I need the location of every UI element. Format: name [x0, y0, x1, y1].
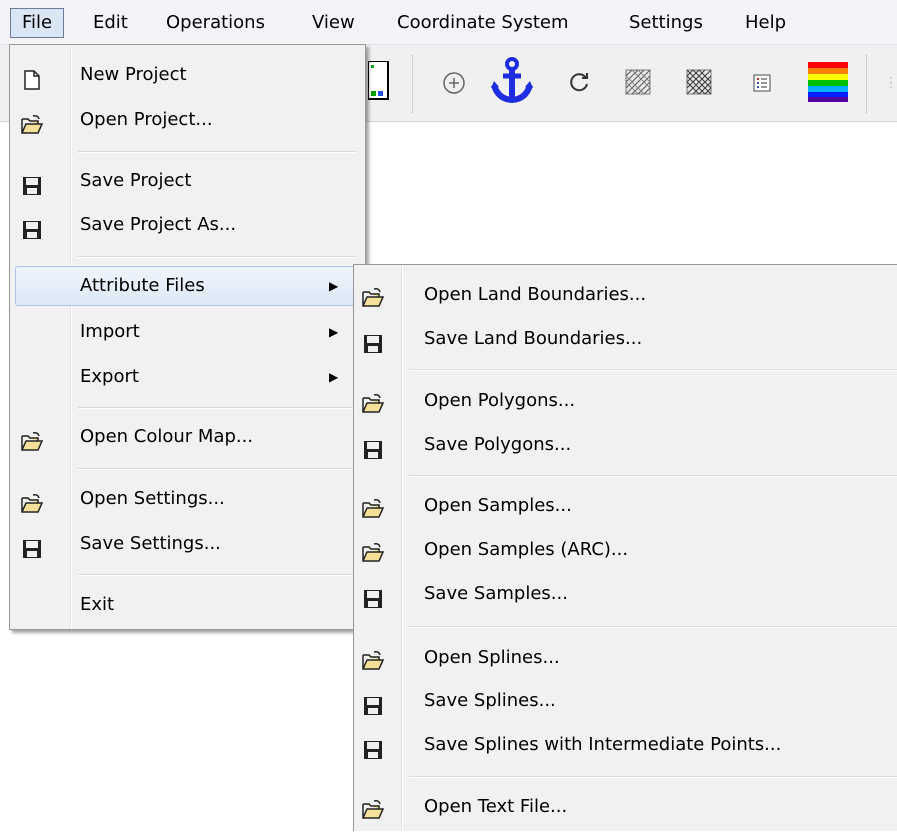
menu-item-label: Import [80, 321, 140, 342]
save-disk-icon [22, 534, 42, 558]
colour-map-icon[interactable] [808, 62, 848, 102]
menu-item-attribute-files[interactable]: Attribute Files ▶ [15, 266, 361, 306]
menu-item-label: Open Polygons... [424, 390, 576, 411]
menu-separator [78, 256, 357, 258]
menu-coordinate-system[interactable]: Coordinate System [397, 9, 569, 37]
menu-help[interactable]: Help [745, 9, 786, 37]
menu-item-new-project[interactable]: New Project [10, 55, 365, 95]
menu-separator [78, 407, 357, 409]
menu-item-label: Open Samples (ARC)... [424, 539, 629, 560]
menu-separator [78, 468, 357, 470]
menu-item-label: Open Samples... [424, 495, 572, 516]
toolbar-separator [866, 55, 867, 113]
menu-item-save-land-boundaries[interactable]: Save Land Boundaries... [354, 319, 897, 359]
menu-item-label: Save Splines... [424, 690, 556, 711]
menu-item-save-project-as[interactable]: Save Project As... [10, 205, 365, 245]
open-folder-icon [21, 110, 44, 134]
menu-item-open-splines[interactable]: Open Splines... [354, 638, 897, 678]
menu-item-label: Open Settings... [80, 488, 225, 509]
list-icon[interactable] [753, 74, 771, 97]
refresh-icon[interactable] [567, 70, 591, 99]
open-folder-icon [21, 489, 44, 513]
anchor-icon[interactable] [490, 57, 534, 108]
save-disk-icon [22, 215, 42, 239]
menu-item-save-polygons[interactable]: Save Polygons... [354, 425, 897, 465]
menu-item-import[interactable]: Import ▶ [10, 312, 365, 352]
menu-item-open-project[interactable]: Open Project... [10, 100, 365, 140]
save-disk-icon [363, 691, 383, 715]
menu-item-label: Open Land Boundaries... [424, 284, 647, 305]
menu-item-label: Export [80, 366, 139, 387]
menu-item-save-samples[interactable]: Save Samples... [354, 574, 897, 614]
menu-item-save-splines[interactable]: Save Splines... [354, 681, 897, 721]
menu-item-label: Save Splines with Intermediate Points... [424, 734, 782, 755]
new-file-icon [22, 65, 42, 90]
menu-edit[interactable]: Edit [93, 9, 128, 37]
submenu-arrow-icon: ▶ [329, 370, 339, 384]
menu-separator [409, 475, 897, 477]
menu-item-label: Save Samples... [424, 583, 568, 604]
menu-item-open-samples-arc[interactable]: Open Samples (ARC)... [354, 530, 897, 570]
menu-item-open-settings[interactable]: Open Settings... [10, 479, 365, 519]
menu-item-open-colour-map[interactable]: Open Colour Map... [10, 417, 365, 457]
file-menu: New Project Open Project... Save Project… [9, 44, 366, 630]
menu-item-exit[interactable]: Exit [10, 585, 365, 625]
menu-item-label: Save Land Boundaries... [424, 328, 643, 349]
submenu-arrow-icon: ▶ [329, 325, 339, 339]
menu-separator [409, 626, 897, 628]
save-disk-icon [22, 171, 42, 195]
submenu-arrow-icon: ▶ [329, 279, 339, 293]
mesh-pattern-icon[interactable] [625, 69, 651, 100]
menu-separator [78, 151, 357, 153]
refine-mesh-icon[interactable] [686, 69, 712, 100]
menu-item-save-settings[interactable]: Save Settings... [10, 524, 365, 564]
open-folder-icon [362, 283, 385, 307]
toolbar-separator [412, 55, 413, 113]
menu-item-label: Save Project [80, 170, 192, 191]
menu-item-open-text-file[interactable]: Open Text File... [354, 787, 897, 827]
overflow-icon[interactable]: ⋮ [884, 75, 897, 91]
menu-item-label: Open Project... [80, 109, 213, 130]
menu-separator [78, 574, 357, 576]
open-folder-icon [21, 427, 44, 451]
menu-item-label: Attribute Files [80, 275, 205, 296]
open-folder-icon [362, 646, 385, 670]
menu-item-label: Save Settings... [80, 533, 221, 554]
menu-settings[interactable]: Settings [629, 9, 703, 37]
save-disk-icon [363, 329, 383, 353]
zoom-in-icon[interactable] [440, 69, 468, 102]
grid-view-icon[interactable] [367, 60, 390, 101]
menu-item-label: New Project [80, 64, 187, 85]
menu-view[interactable]: View [312, 9, 355, 37]
menu-item-open-land-boundaries[interactable]: Open Land Boundaries... [354, 275, 897, 315]
save-disk-icon [363, 584, 383, 608]
menu-separator [409, 776, 897, 778]
menu-item-label: Exit [80, 594, 115, 615]
open-folder-icon [362, 795, 385, 819]
menu-separator [409, 369, 897, 371]
menu-item-label: Open Colour Map... [80, 426, 254, 447]
save-disk-icon [363, 435, 383, 459]
menu-item-open-polygons[interactable]: Open Polygons... [354, 381, 897, 421]
menu-item-label: Open Splines... [424, 647, 560, 668]
menu-item-save-project[interactable]: Save Project [10, 161, 365, 201]
menu-item-label: Save Project As... [80, 214, 237, 235]
menu-item-open-samples[interactable]: Open Samples... [354, 486, 897, 526]
open-folder-icon [362, 389, 385, 413]
menu-operations[interactable]: Operations [166, 9, 265, 37]
menu-item-label: Save Polygons... [424, 434, 572, 455]
menu-item-label: Open Text File... [424, 796, 568, 817]
menu-bar: File Edit Operations View Coordinate Sys… [0, 0, 897, 45]
menu-file[interactable]: File [10, 8, 64, 38]
open-folder-icon [362, 494, 385, 518]
menu-item-export[interactable]: Export ▶ [10, 357, 365, 397]
save-disk-icon [363, 735, 383, 759]
open-folder-icon [362, 538, 385, 562]
menu-item-save-splines-intermediate[interactable]: Save Splines with Intermediate Points... [354, 725, 897, 765]
attribute-files-submenu: Open Land Boundaries... Save Land Bounda… [353, 264, 897, 831]
